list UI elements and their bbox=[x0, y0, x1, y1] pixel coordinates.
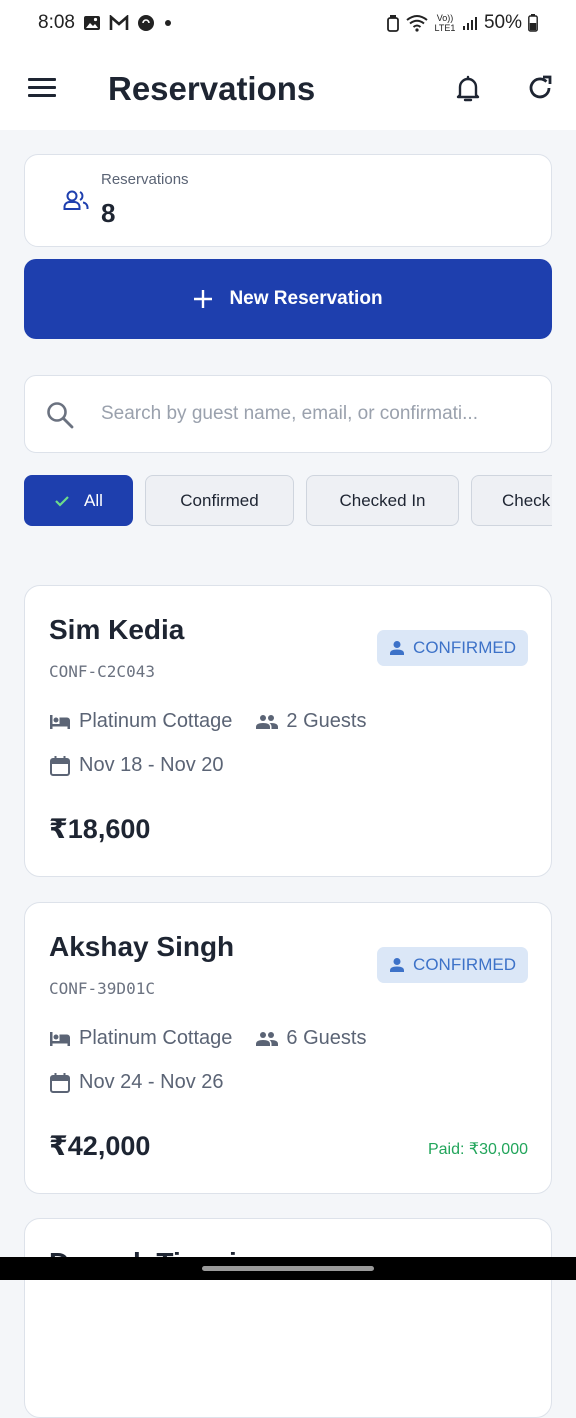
alarm-icon bbox=[386, 14, 400, 32]
search-input[interactable] bbox=[101, 396, 531, 432]
reservation-card[interactable]: Akshay Singh CONF-39D01C CONFIRMED Plati… bbox=[24, 902, 552, 1194]
status-bar: 8:08 Vo)) LTE1 50% bbox=[0, 0, 576, 46]
signal-icon bbox=[462, 15, 478, 31]
guests-icon bbox=[256, 714, 279, 729]
filter-chip-confirmed[interactable]: Confirmed bbox=[145, 475, 294, 526]
system-navigation-bar bbox=[0, 1257, 576, 1280]
filter-chip-label: Checked In bbox=[339, 490, 426, 510]
calendar-icon bbox=[50, 1072, 70, 1093]
battery-percent: 50% bbox=[483, 12, 522, 33]
filter-chip-all[interactable]: All bbox=[24, 475, 133, 526]
reservation-card[interactable]: Sim Kedia CONF-C2C043 CONFIRMED Platinum… bbox=[24, 585, 552, 877]
room-type: Platinum Cottage bbox=[79, 1027, 233, 1049]
filter-chip-label: Confirmed bbox=[180, 490, 259, 510]
total-amount: ₹18,600 bbox=[49, 814, 151, 844]
volte-indicator: Vo)) LTE1 bbox=[434, 13, 456, 33]
guest-count: 6 Guests bbox=[286, 1027, 367, 1049]
status-time: 8:08 bbox=[38, 12, 75, 33]
new-reservation-button[interactable]: New Reservation bbox=[24, 259, 552, 339]
status-badge-label: CONFIRMED bbox=[413, 638, 516, 657]
notifications-button[interactable] bbox=[452, 72, 484, 104]
home-gesture-handle[interactable] bbox=[202, 1266, 374, 1271]
status-badge-label: CONFIRMED bbox=[413, 955, 516, 974]
gallery-icon bbox=[83, 15, 101, 31]
wifi-icon bbox=[406, 14, 428, 32]
room-type: Platinum Cottage bbox=[79, 710, 233, 732]
paid-amount: Paid: ₹30,000 bbox=[427, 1141, 528, 1158]
battery-icon bbox=[528, 14, 538, 32]
refresh-button[interactable] bbox=[524, 72, 556, 104]
menu-icon bbox=[28, 78, 56, 97]
filter-chip-label: All bbox=[84, 490, 103, 510]
guest-count: 2 Guests bbox=[286, 710, 367, 732]
menu-button[interactable] bbox=[26, 74, 58, 102]
status-badge: CONFIRMED bbox=[377, 947, 528, 983]
filter-chip-checked-out[interactable]: Check bbox=[471, 475, 552, 526]
guest-name: Akshay Singh bbox=[49, 931, 235, 962]
notification-dot-icon bbox=[163, 18, 173, 28]
filter-chip-checked-in[interactable]: Checked In bbox=[306, 475, 459, 526]
stay-dates: Nov 24 - Nov 26 bbox=[79, 1071, 224, 1093]
search-box[interactable] bbox=[24, 375, 552, 453]
plus-icon bbox=[194, 290, 213, 308]
page-title: Reservations bbox=[108, 70, 316, 107]
filter-chips: All Confirmed Checked In Check bbox=[24, 475, 552, 527]
filter-chip-label: Check bbox=[502, 490, 551, 510]
people-icon bbox=[63, 189, 89, 216]
confirmation-code: CONF-C2C043 bbox=[49, 662, 155, 681]
person-icon bbox=[390, 958, 405, 972]
calendar-icon bbox=[50, 755, 70, 776]
confirmation-code: CONF-39D01C bbox=[49, 979, 155, 998]
app-bar: Reservations bbox=[0, 46, 576, 130]
chat-bubble-icon bbox=[137, 14, 155, 32]
person-icon bbox=[390, 641, 405, 655]
guests-icon bbox=[256, 1031, 279, 1046]
summary-count: 8 bbox=[101, 198, 116, 228]
gmail-icon bbox=[109, 15, 129, 31]
guest-name: Sim Kedia bbox=[49, 614, 185, 645]
summary-label: Reservations bbox=[101, 171, 189, 188]
stay-dates: Nov 18 - Nov 20 bbox=[79, 754, 224, 776]
reservations-summary-card: Reservations 8 bbox=[24, 154, 552, 247]
new-reservation-label: New Reservation bbox=[229, 288, 383, 309]
check-icon bbox=[55, 495, 69, 507]
bed-icon bbox=[50, 714, 70, 729]
bed-icon bbox=[50, 1031, 70, 1046]
reservation-card[interactable]: Deepak Tiwari bbox=[24, 1218, 552, 1418]
total-amount: ₹42,000 bbox=[49, 1131, 151, 1161]
bell-icon bbox=[456, 75, 480, 102]
search-icon bbox=[45, 400, 75, 435]
status-badge: CONFIRMED bbox=[377, 630, 528, 666]
refresh-icon bbox=[529, 75, 552, 99]
